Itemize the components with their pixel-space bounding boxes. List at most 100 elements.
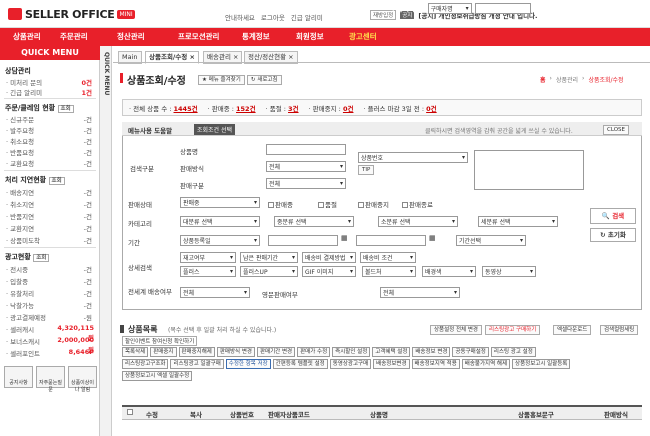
stat-plus-value[interactable]: 0건 bbox=[426, 105, 437, 113]
list-item[interactable]: · 긴급 알리미 bbox=[6, 87, 42, 97]
list-item[interactable]: · 셀러캐시 bbox=[6, 324, 34, 334]
checkbox[interactable] bbox=[358, 202, 364, 208]
search-button[interactable]: 🔍 검색 bbox=[590, 208, 636, 224]
list-item[interactable]: · 반품지연 bbox=[6, 211, 34, 221]
close-icon[interactable]: × bbox=[288, 53, 293, 61]
global-shipping-select[interactable]: 전체 ▾ bbox=[180, 287, 250, 298]
checkbox[interactable] bbox=[127, 409, 133, 415]
top-link-user[interactable]: 안내하세요 bbox=[225, 12, 255, 22]
list-item[interactable]: · 반품요청 bbox=[6, 147, 34, 157]
bulk-change-button[interactable]: 상품설정 전체 변경 bbox=[430, 325, 482, 335]
function-button[interactable]: 상품정보고시 엑셀 일괄수정 bbox=[122, 371, 193, 381]
list-item[interactable]: · 낙찰가능 bbox=[6, 300, 34, 310]
top-link-logout[interactable]: 로그아웃 bbox=[261, 12, 285, 22]
detail-select[interactable]: 볼드처 ▾ bbox=[362, 266, 416, 277]
nav-ad[interactable]: 광고센터 bbox=[349, 31, 377, 42]
function-button[interactable]: 동영상광고구매 bbox=[329, 359, 372, 369]
list-item[interactable]: · 전시중 bbox=[6, 264, 28, 274]
list-item[interactable]: · 배송지연 bbox=[6, 187, 34, 197]
nav-member[interactable]: 회원정보 bbox=[296, 31, 324, 42]
listing-ad-buy-button[interactable]: 리스팅광고 구매하기 bbox=[485, 325, 541, 335]
alert-button[interactable]: 상품이상이나 알림 bbox=[68, 366, 97, 393]
stat-total-value[interactable]: 1445건 bbox=[174, 105, 198, 113]
list-item[interactable]: · 취소지연 bbox=[6, 199, 34, 209]
refresh-button[interactable]: ↻ 새로고침 bbox=[247, 75, 282, 85]
function-button[interactable]: 리스팅광고 일괄구매 bbox=[170, 359, 224, 369]
detail-select[interactable]: 재고여부 ▾ bbox=[180, 252, 236, 263]
tip-button[interactable]: TIP bbox=[358, 165, 375, 175]
detail-select[interactable]: 플러스UP ▾ bbox=[240, 266, 298, 277]
nav-stats[interactable]: 통계정보 bbox=[242, 31, 270, 42]
detail-select[interactable]: 남은 판매기간 ▾ bbox=[240, 252, 298, 263]
nav-product[interactable]: 상품관리 bbox=[13, 31, 41, 42]
function-button[interactable]: 배송불가지역 해제 bbox=[461, 359, 511, 369]
stat-soldout-value[interactable]: 3건 bbox=[288, 105, 299, 113]
category-l3-select[interactable]: 소분류 선택 ▾ bbox=[378, 216, 458, 227]
save-edited-button[interactable]: 수정한 항목 저장 bbox=[225, 359, 271, 369]
function-button[interactable]: 판매가 수정 bbox=[297, 347, 331, 357]
period-type-select[interactable]: 상품등록일 ▾ bbox=[180, 235, 260, 246]
close-icon[interactable]: × bbox=[233, 53, 238, 61]
lookup-button[interactable]: 조회 bbox=[48, 177, 65, 185]
function-button[interactable]: 배송정보지역 적용 bbox=[411, 359, 460, 369]
order-search-input[interactable] bbox=[474, 3, 531, 14]
checkbox[interactable] bbox=[402, 202, 408, 208]
crumb-item[interactable]: 상품관리 bbox=[556, 75, 578, 84]
function-button[interactable]: 판매방식 변경 bbox=[216, 347, 255, 357]
stat-stopped-value[interactable]: 0건 bbox=[343, 105, 354, 113]
column-setting-button[interactable]: 검색컬럼세팅 bbox=[600, 325, 639, 335]
checkbox[interactable] bbox=[318, 202, 324, 208]
function-button[interactable]: 배송정보 변경 bbox=[412, 347, 451, 357]
list-item[interactable]: · 교환지연 bbox=[6, 223, 34, 233]
function-button[interactable]: 즉시할인 설정 bbox=[332, 347, 371, 357]
period-choice-select[interactable]: 기간선택 ▾ bbox=[456, 235, 526, 246]
favorite-button[interactable]: ★ 메뉴 즐겨찾기 bbox=[198, 75, 245, 85]
function-button[interactable]: 판매중지해제 bbox=[178, 347, 215, 357]
function-button[interactable]: 고객혜택 설정 bbox=[372, 347, 411, 357]
excel-download-button[interactable]: 엑셀다운로드 bbox=[553, 325, 592, 335]
select-all-checkbox[interactable] bbox=[127, 408, 134, 416]
function-button[interactable]: 배송정보변경 bbox=[373, 359, 410, 369]
home-icon[interactable]: 홈 bbox=[540, 75, 546, 84]
logo[interactable]: SELLER OFFICE MINI bbox=[8, 7, 135, 21]
close-button[interactable]: CLOSE bbox=[603, 125, 630, 135]
category-l4-select[interactable]: 세분류 선택 ▾ bbox=[478, 216, 558, 227]
faq-button[interactable]: 자주묻는질문 bbox=[36, 366, 65, 393]
close-icon[interactable]: × bbox=[190, 53, 195, 61]
list-item[interactable]: · 교환요청 bbox=[6, 158, 34, 168]
function-button[interactable]: 리스팅광고구조화 bbox=[122, 359, 169, 369]
function-button[interactable]: 공동구매설정 bbox=[452, 347, 489, 357]
lookup-button[interactable]: 조회 bbox=[57, 105, 74, 113]
list-item[interactable]: · 광고결제예정 bbox=[6, 312, 46, 322]
category-l1-select[interactable]: 대분류 선택 ▾ bbox=[180, 216, 260, 227]
nav-order[interactable]: 주문관리 bbox=[60, 31, 88, 42]
product-no-textarea[interactable] bbox=[474, 150, 584, 190]
help-badge[interactable]: 메뉴사용 도움말 bbox=[128, 125, 172, 135]
start-date-input[interactable] bbox=[268, 235, 338, 246]
list-item[interactable]: · 상품미도착 bbox=[6, 235, 40, 245]
sale-type-select[interactable]: 전체 ▾ bbox=[266, 178, 346, 189]
function-button[interactable]: 판매중지 bbox=[150, 347, 177, 357]
detail-select[interactable]: 배송비 결제방법 ▾ bbox=[302, 252, 356, 263]
detail-select[interactable]: 배경색 ▾ bbox=[422, 266, 476, 277]
function-button[interactable]: 목록삭제 bbox=[122, 347, 149, 357]
detail-select[interactable]: 배송비 조건 ▾ bbox=[360, 252, 416, 263]
status-check-3[interactable]: 판매중지 bbox=[358, 199, 389, 209]
list-item[interactable]: · 발주요청 bbox=[6, 125, 34, 135]
quick-menu-toggle[interactable] bbox=[100, 46, 112, 436]
calendar-icon[interactable]: ▦ bbox=[341, 234, 348, 242]
stat-selling-value[interactable]: 152건 bbox=[236, 105, 256, 113]
status-select[interactable]: 판매중 ▾ bbox=[180, 197, 260, 208]
list-item[interactable]: · 셀러포인트 bbox=[6, 348, 40, 358]
calendar-icon[interactable]: ▦ bbox=[429, 234, 436, 242]
nav-settle[interactable]: 정산관리 bbox=[117, 31, 145, 42]
product-no-select[interactable]: 상품번호 ▾ bbox=[358, 152, 468, 163]
top-link-alert[interactable]: 긴급 알리미 bbox=[291, 12, 323, 22]
list-item[interactable]: · 취소요청 bbox=[6, 136, 34, 146]
english-sale-select[interactable]: 전체 ▾ bbox=[380, 287, 460, 298]
reset-button[interactable]: ↻ 초기화 bbox=[590, 228, 636, 242]
checkbox[interactable] bbox=[268, 202, 274, 208]
list-item[interactable]: · 보너스캐시 bbox=[6, 336, 40, 346]
sale-method-select[interactable]: 전체 ▾ bbox=[266, 161, 346, 172]
condition-select-button[interactable]: 조회조건 선택 bbox=[194, 124, 236, 135]
